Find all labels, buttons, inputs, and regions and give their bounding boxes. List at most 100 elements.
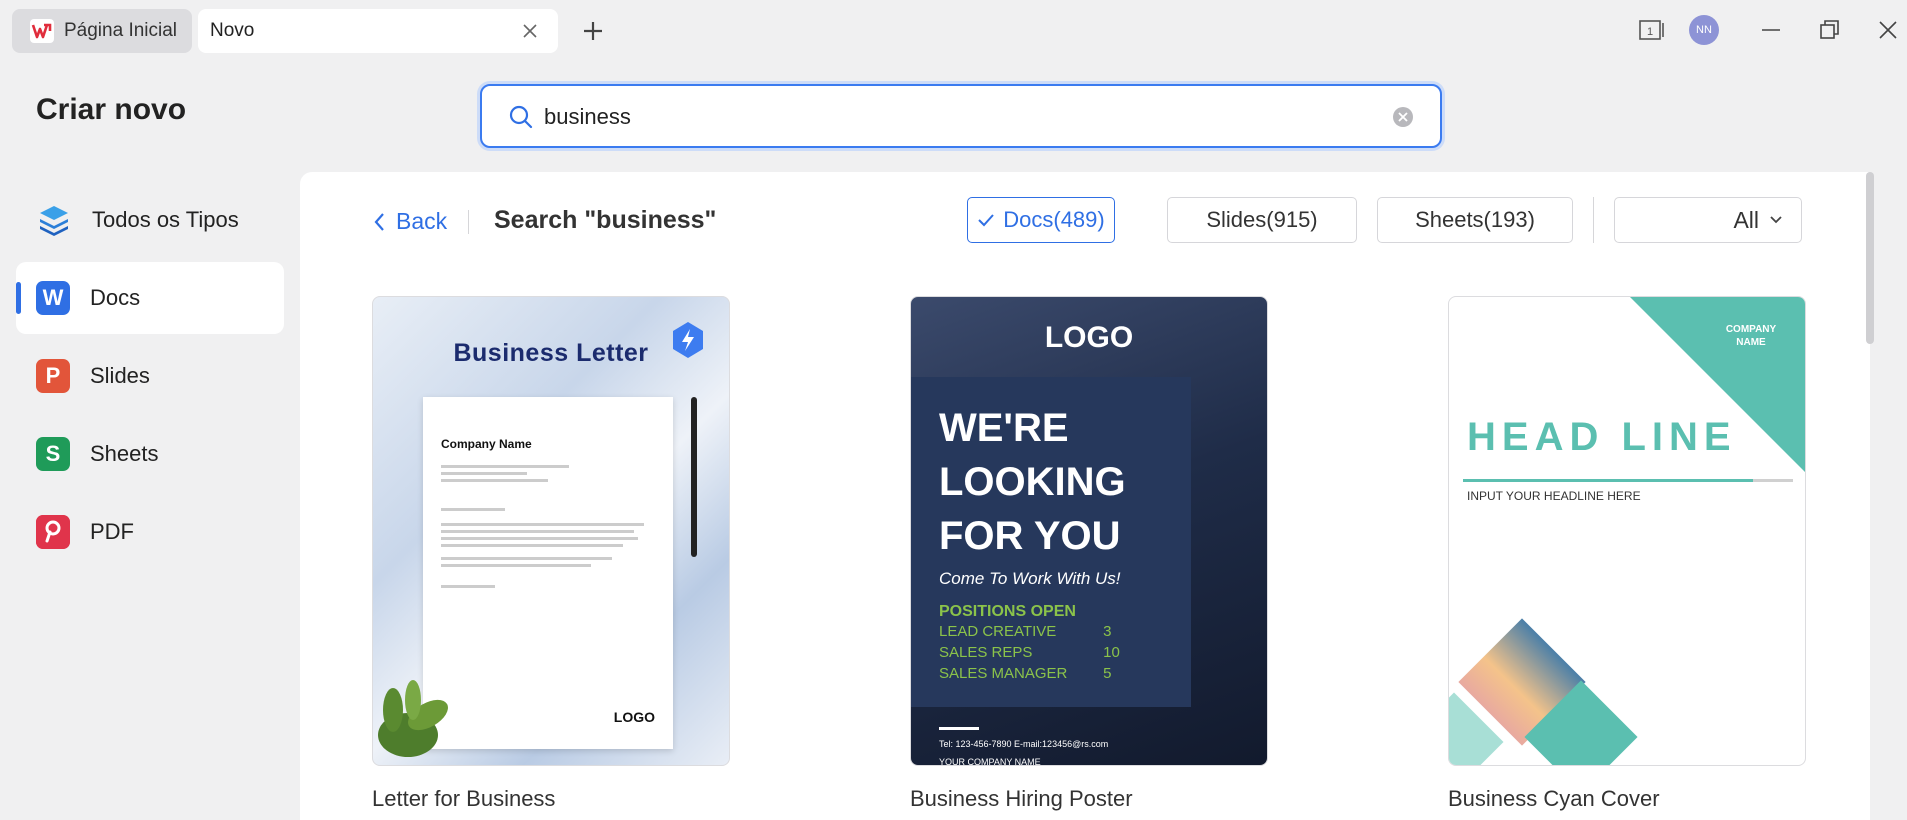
sidebar-item-label: Todos os Tipos <box>92 207 239 232</box>
divider <box>939 727 979 730</box>
restore-icon[interactable] <box>1816 16 1844 44</box>
sheets-icon: S <box>36 437 70 471</box>
sidebar: Todos os Tipos W Docs P Slides S Sheets … <box>16 184 284 574</box>
position-role: SALES MANAGER <box>939 665 1068 682</box>
close-window-icon[interactable] <box>1874 16 1902 44</box>
preview-logo: LOGO <box>1044 321 1134 354</box>
template-thumbnail[interactable]: COMPANY NAME HEAD LINE INPUT YOUR HEADLI… <box>1448 296 1806 766</box>
position-count: 5 <box>1103 665 1112 682</box>
template-title[interactable]: Letter for Business <box>372 786 730 812</box>
position-row: LEAD CREATIVE 3 <box>939 621 1163 642</box>
layers-icon <box>40 206 68 236</box>
template-thumbnail[interactable]: LOGO WE'RE LOOKING FOR YOU Come To Work … <box>910 296 1268 766</box>
template-card[interactable]: Business Letter Company Name LOGO Letter… <box>372 296 730 812</box>
avatar[interactable]: NN <box>1689 15 1719 45</box>
results-panel: Back Search "business" Docs(489) Slides(… <box>300 172 1870 820</box>
filter-docs[interactable]: Docs(489) <box>967 197 1115 243</box>
preview-tagline: Come To Work With Us! <box>939 569 1121 588</box>
preview-subline: INPUT YOUR HEADLINE HERE <box>1467 489 1641 503</box>
preview-contact: Tel: 123-456-7890 E-mail:123456@rs.com <box>939 739 1109 749</box>
preview-company: COMPANY NAME <box>1725 324 1777 348</box>
text-line <box>441 537 638 540</box>
text-line <box>441 564 591 567</box>
template-title[interactable]: Business Cyan Cover <box>1448 786 1806 812</box>
tab-new-label: Novo <box>210 20 255 41</box>
text-line <box>441 479 548 482</box>
scroll-thumb[interactable] <box>1866 172 1874 344</box>
sidebar-item-slides[interactable]: P Slides <box>16 340 284 412</box>
text-line <box>441 472 527 475</box>
sidebar-item-label: Docs <box>90 285 141 310</box>
pdf-icon <box>36 515 70 549</box>
position-role: LEAD CREATIVE <box>939 623 1057 640</box>
position-role: SALES REPS <box>939 644 1033 661</box>
wps-logo-icon <box>30 19 54 43</box>
search-results-heading: Search "business" <box>494 206 717 234</box>
position-row: SALES REPS 10 <box>939 642 1163 663</box>
preview-company: Company Name <box>441 437 532 451</box>
filter-label: Slides(915) <box>1206 207 1318 232</box>
page-title: Criar novo <box>36 93 187 126</box>
sidebar-item-label: Sheets <box>90 441 159 466</box>
plant-image <box>378 680 448 757</box>
back-label: Back <box>396 208 448 234</box>
sidebar-item-docs[interactable]: W Docs <box>16 262 284 334</box>
preview-headline: WE'RE <box>939 406 1069 450</box>
page-layout-icon[interactable]: 1 <box>1638 16 1666 44</box>
pen-image <box>691 397 697 557</box>
sidebar-item-label: PDF <box>90 519 134 544</box>
back-button[interactable]: Back <box>372 208 447 235</box>
position-row: SALES MANAGER 5 <box>939 663 1163 684</box>
tab-new[interactable]: Novo <box>198 9 558 53</box>
check-icon <box>978 214 994 227</box>
tab-home[interactable]: Página Inicial <box>12 9 192 53</box>
sidebar-item-pdf[interactable]: PDF <box>16 496 284 568</box>
text-line <box>441 530 634 533</box>
template-thumbnail[interactable]: Business Letter Company Name LOGO <box>372 296 730 766</box>
scrollbar[interactable] <box>1864 172 1876 820</box>
chevron-down-icon <box>1770 216 1782 224</box>
divider <box>1593 197 1594 243</box>
title-bar: Página Inicial Novo 1 NN <box>0 0 1907 62</box>
preview-logo: LOGO <box>613 709 655 725</box>
preview-headline: HEAD LINE <box>1467 415 1737 459</box>
clear-search-icon[interactable] <box>1392 106 1414 128</box>
filter-label: Docs(489) <box>1003 207 1105 232</box>
preview-company: YOUR COMPANY NAME <box>939 757 1041 766</box>
slides-icon: P <box>36 359 70 393</box>
text-line <box>441 465 570 468</box>
filter-label: Sheets(193) <box>1415 207 1535 232</box>
minimize-icon[interactable] <box>1757 16 1785 44</box>
sidebar-item-all-types[interactable]: Todos os Tipos <box>16 184 284 256</box>
search-icon <box>509 105 533 129</box>
text-line <box>441 585 495 588</box>
position-count: 3 <box>1103 623 1112 640</box>
tab-home-label: Página Inicial <box>64 20 178 41</box>
poster-panel: WE'RE LOOKING FOR YOU Come To Work With … <box>911 377 1191 707</box>
search-box[interactable] <box>480 84 1442 148</box>
page-count: 1 <box>1647 26 1653 38</box>
text-line <box>441 557 613 560</box>
template-title[interactable]: Business Hiring Poster <box>910 786 1268 812</box>
text-line <box>441 544 623 547</box>
template-card[interactable]: COMPANY NAME HEAD LINE INPUT YOUR HEADLI… <box>1448 296 1806 812</box>
template-card[interactable]: LOGO WE'RE LOOKING FOR YOU Come To Work … <box>910 296 1268 812</box>
sidebar-item-label: Slides <box>90 363 150 388</box>
divider <box>468 210 469 234</box>
preview-positions-title: POSITIONS OPEN <box>939 603 1076 620</box>
search-input[interactable] <box>544 98 1344 136</box>
text-line <box>441 523 645 526</box>
filter-slides[interactable]: Slides(915) <box>1167 197 1357 243</box>
dropdown-value: All <box>1733 206 1759 233</box>
lightning-badge-icon <box>673 322 703 358</box>
preview-headline: LOOKING <box>939 460 1126 504</box>
divider <box>1463 479 1753 482</box>
preview-headline: FOR YOU <box>939 514 1121 558</box>
position-count: 10 <box>1103 644 1120 661</box>
chevron-left-icon <box>374 212 384 231</box>
close-icon[interactable] <box>520 21 540 41</box>
add-tab-icon[interactable] <box>580 18 606 44</box>
category-dropdown[interactable]: All <box>1614 197 1802 243</box>
filter-sheets[interactable]: Sheets(193) <box>1377 197 1573 243</box>
sidebar-item-sheets[interactable]: S Sheets <box>16 418 284 490</box>
